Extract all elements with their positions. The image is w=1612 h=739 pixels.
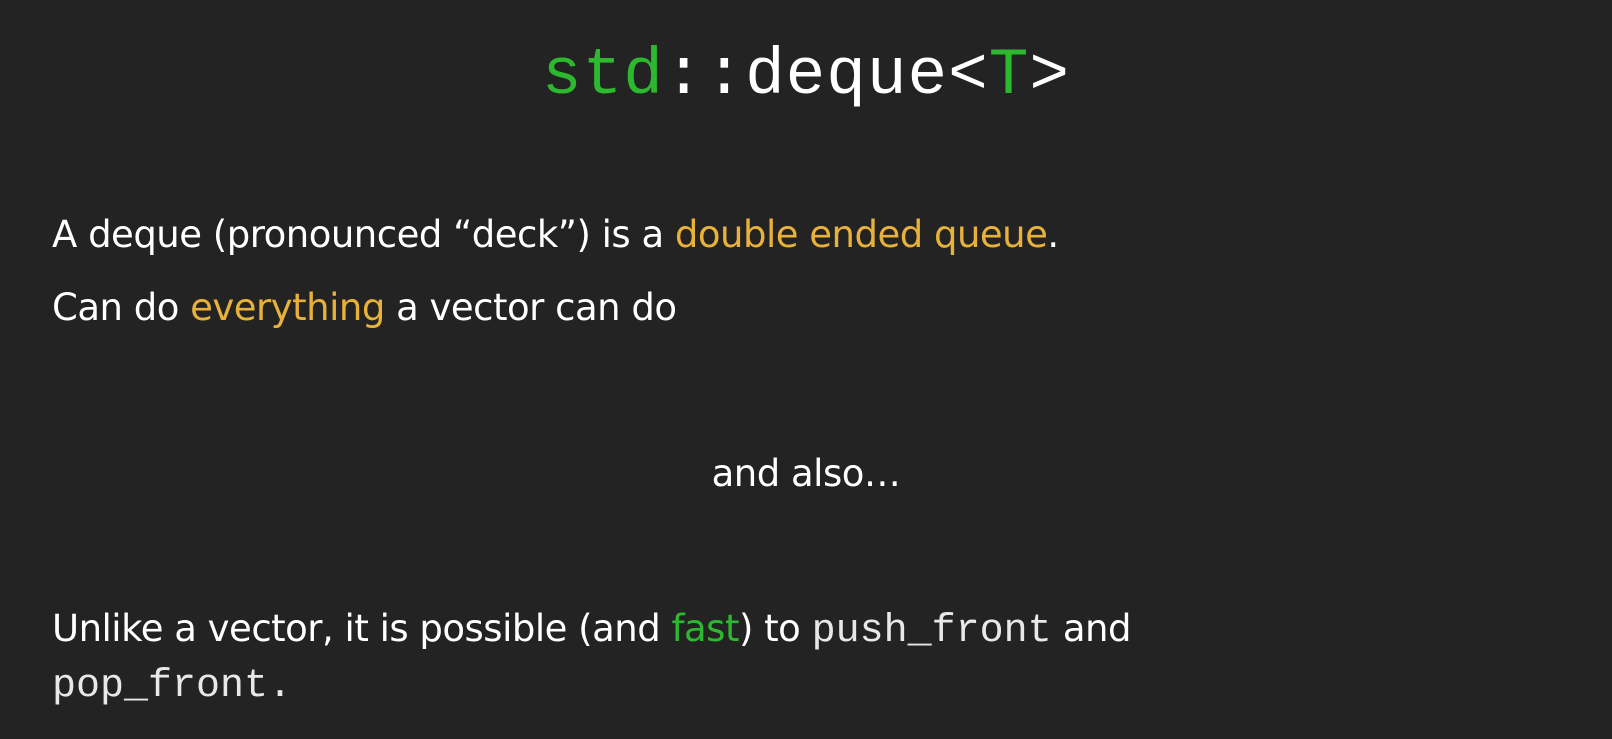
- fast-highlight: fast: [671, 607, 739, 650]
- slide-title: std::deque<T>: [0, 28, 1612, 124]
- title-lt: <: [948, 38, 989, 113]
- everything-highlight: everything: [190, 286, 385, 329]
- and-also-line: and also…: [0, 448, 1612, 500]
- definition-period: .: [1047, 213, 1059, 256]
- capability-text-start: Can do: [52, 286, 191, 329]
- unlike-text-start: Unlike a vector, it is possible (and: [52, 607, 672, 650]
- pop-front-line: pop_front.: [52, 658, 292, 713]
- unlike-vector-line: Unlike a vector, it is possible (and fas…: [52, 603, 1131, 658]
- pop-front-code: pop_front: [52, 664, 269, 709]
- title-gt: >: [1029, 38, 1070, 113]
- definition-text: A deque (pronounced “deck”) is a: [52, 213, 675, 256]
- pop-front-period: .: [268, 664, 293, 709]
- title-std: std: [542, 38, 664, 113]
- title-deque: deque: [745, 38, 949, 113]
- double-ended-queue-highlight: double ended queue: [674, 213, 1048, 256]
- slide: std::deque<T> A deque (pronounced “deck”…: [0, 0, 1612, 739]
- unlike-text-end: and: [1051, 607, 1132, 650]
- title-scope-operator: ::: [663, 38, 746, 113]
- title-type-param: T: [988, 38, 1030, 113]
- capability-text-end: a vector can do: [384, 286, 677, 329]
- push-front-code: push_front: [811, 609, 1052, 654]
- definition-line: A deque (pronounced “deck”) is a double …: [52, 209, 1059, 261]
- and-also-text: and also…: [711, 452, 901, 495]
- unlike-text-middle: ) to: [738, 607, 812, 650]
- capability-line: Can do everything a vector can do: [52, 282, 677, 334]
